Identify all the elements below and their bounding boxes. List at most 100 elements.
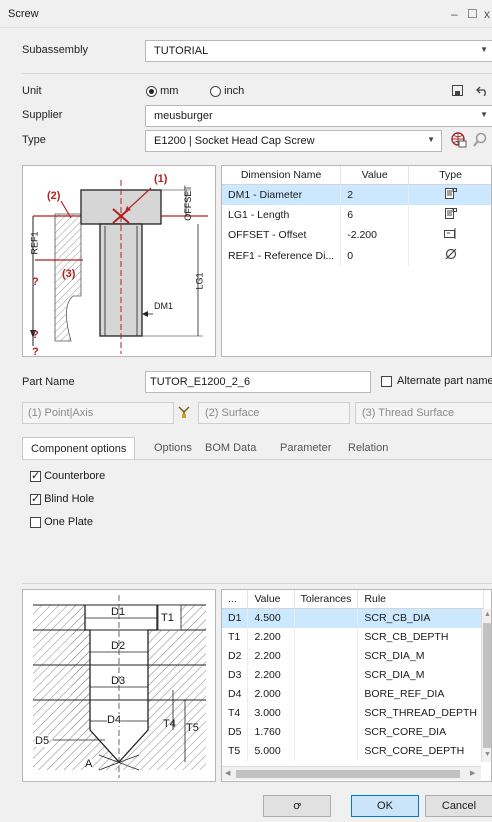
rule-name-cell[interactable]: SCR_DIA_M [357, 665, 484, 685]
rule-name-cell[interactable]: SCR_CORE_DIA [357, 722, 484, 742]
blind-hole-checkbox[interactable]: Blind Hole [30, 492, 94, 505]
col-value[interactable]: Value [340, 166, 410, 185]
h-scrollbar-thumb[interactable] [236, 770, 460, 778]
table-row[interactable]: D5 1.760 SCR_CORE_DIA [222, 722, 484, 742]
dim-value-cell[interactable]: -2.200 [340, 225, 410, 245]
list-icon[interactable] [408, 184, 491, 205]
maximize-button[interactable]: ☐ [467, 7, 478, 21]
rules-table-panel: ... Value Tolerances Rule D1 4.500 SCR_CB_… [221, 589, 492, 782]
rule-tol-cell[interactable] [294, 665, 359, 685]
minimize-button[interactable]: – [451, 7, 458, 21]
tab-bom-data[interactable]: BOM Data [197, 437, 264, 459]
dim-value-cell[interactable]: 6 [340, 205, 410, 225]
select-reference-icon[interactable] [177, 405, 191, 419]
undo-icon[interactable] [476, 84, 490, 96]
rule-tol-cell[interactable] [294, 703, 359, 723]
edit-icon[interactable] [408, 225, 491, 245]
rule-value-cell[interactable]: 1.760 [247, 722, 295, 742]
dim-offset-label: OFFSET [182, 185, 193, 221]
rule-name-cell[interactable]: SCR_CORE_DEPTH [357, 741, 484, 761]
scroll-left-icon[interactable]: ◀ [225, 769, 230, 777]
catalog-globe-icon[interactable] [451, 132, 467, 148]
unit-radio-inch[interactable]: inch [210, 85, 244, 97]
rule-tol-cell[interactable] [294, 646, 359, 666]
supplier-select[interactable]: meusburger ▼ [145, 105, 492, 127]
unit-label: Unit [22, 85, 42, 97]
rule-value-cell[interactable]: 5.000 [247, 741, 295, 761]
dim-value-cell[interactable]: 2 [340, 184, 410, 205]
one-plate-checkbox[interactable]: One Plate [30, 516, 93, 528]
rule-value-cell[interactable]: 2.200 [247, 665, 295, 685]
rule-value-cell[interactable]: 4.500 [247, 608, 295, 628]
point-axis-field[interactable]: (1) Point|Axis [22, 402, 174, 424]
table-row[interactable]: REF1 - Reference Di... 0 [222, 245, 491, 266]
preview-button[interactable]: ꝍ [263, 795, 331, 817]
tab-parameter[interactable]: Parameter [272, 437, 339, 459]
alternate-part-name-checkbox[interactable] [381, 375, 392, 387]
rule-value-cell[interactable]: 2.000 [247, 684, 295, 704]
tab-relation[interactable]: Relation [340, 437, 396, 459]
dim-angle-a: A [85, 758, 93, 770]
diameter-icon[interactable] [408, 245, 491, 266]
rule-value-cell[interactable]: 2.200 [247, 627, 295, 647]
rule-tol-cell[interactable] [294, 722, 359, 742]
table-row[interactable]: D2 2.200 SCR_DIA_M [222, 646, 484, 666]
rule-name-cell[interactable]: SCR_THREAD_DEPTH [357, 703, 484, 723]
rule-name-cell[interactable]: BORE_REF_DIA [357, 684, 484, 704]
table-row[interactable]: D1 4.500 SCR_CB_DIA [222, 608, 484, 628]
thread-surface-field[interactable]: (3) Thread Surface [355, 402, 492, 424]
col-rule[interactable]: Rule [357, 590, 484, 609]
close-button[interactable]: x [484, 7, 490, 21]
table-row[interactable]: DM1 - Diameter 2 [222, 184, 491, 205]
surface-field[interactable]: (2) Surface [198, 402, 350, 424]
col-value[interactable]: Value [247, 590, 295, 609]
col-key[interactable]: ... [222, 590, 249, 609]
chevron-down-icon: ▼ [427, 135, 435, 144]
rule-name-cell[interactable]: SCR_CB_DIA [357, 608, 484, 628]
dim-lg1-label: LG1 [194, 272, 205, 290]
list-icon[interactable] [408, 205, 491, 225]
rule-tol-cell[interactable] [294, 741, 359, 761]
rule-key-cell: D1 [222, 608, 249, 628]
vertical-scrollbar[interactable]: ▲ ▼ [481, 609, 491, 762]
counterbore-checkbox[interactable]: Counterbore [30, 469, 105, 482]
col-tolerances[interactable]: Tolerances [294, 590, 359, 609]
save-icon[interactable] [452, 85, 463, 96]
rule-key-cell: D4 [222, 684, 249, 704]
rule-tol-cell[interactable] [294, 684, 359, 704]
horizontal-scrollbar[interactable]: ◀ ▶ [222, 766, 481, 780]
rule-name-cell[interactable]: SCR_CB_DEPTH [357, 627, 484, 647]
table-row[interactable]: LG1 - Length 6 [222, 205, 491, 225]
rule-key-cell: T4 [222, 703, 249, 723]
rule-value-cell[interactable]: 3.000 [247, 703, 295, 723]
unit-radio-mm[interactable]: mm [146, 85, 178, 97]
ok-button[interactable]: OK [351, 795, 419, 817]
rule-value-cell[interactable]: 2.200 [247, 646, 295, 666]
scroll-up-icon[interactable]: ▲ [484, 611, 491, 618]
chevron-down-icon: ▼ [480, 110, 488, 119]
type-select[interactable]: E1200 | Socket Head Cap Screw ▼ [145, 130, 442, 152]
table-row[interactable]: D4 2.000 BORE_REF_DIA [222, 684, 484, 704]
scroll-down-icon[interactable]: ▼ [484, 751, 491, 758]
scroll-right-icon[interactable]: ▶ [470, 769, 475, 777]
table-row[interactable]: T1 2.200 SCR_CB_DEPTH [222, 627, 484, 647]
col-dimension-name[interactable]: Dimension Name [222, 166, 342, 185]
window-title: Screw [8, 8, 39, 20]
table-row[interactable]: D3 2.200 SCR_DIA_M [222, 665, 484, 685]
thread-surface-placeholder: (3) Thread Surface [362, 407, 455, 419]
rule-tol-cell[interactable] [294, 608, 359, 628]
rule-tol-cell[interactable] [294, 627, 359, 647]
tab-component-options[interactable]: Component options [22, 437, 136, 459]
table-row[interactable]: OFFSET - Offset -2.200 [222, 225, 491, 245]
part-name-input[interactable]: TUTOR_E1200_2_6 [145, 371, 371, 393]
table-row[interactable]: T5 5.000 SCR_CORE_DEPTH [222, 741, 484, 761]
scrollbar-thumb[interactable] [483, 623, 491, 748]
subassembly-select[interactable]: TUTORIAL ▼ [145, 40, 492, 62]
table-row[interactable]: T4 3.000 SCR_THREAD_DEPTH [222, 703, 484, 723]
tab-options[interactable]: Options [146, 437, 200, 459]
search-icon[interactable] [473, 132, 489, 148]
rule-name-cell[interactable]: SCR_DIA_M [357, 646, 484, 666]
col-type[interactable]: Type [408, 166, 491, 185]
dim-value-cell[interactable]: 0 [340, 245, 410, 266]
cancel-button[interactable]: Cancel [425, 795, 492, 817]
